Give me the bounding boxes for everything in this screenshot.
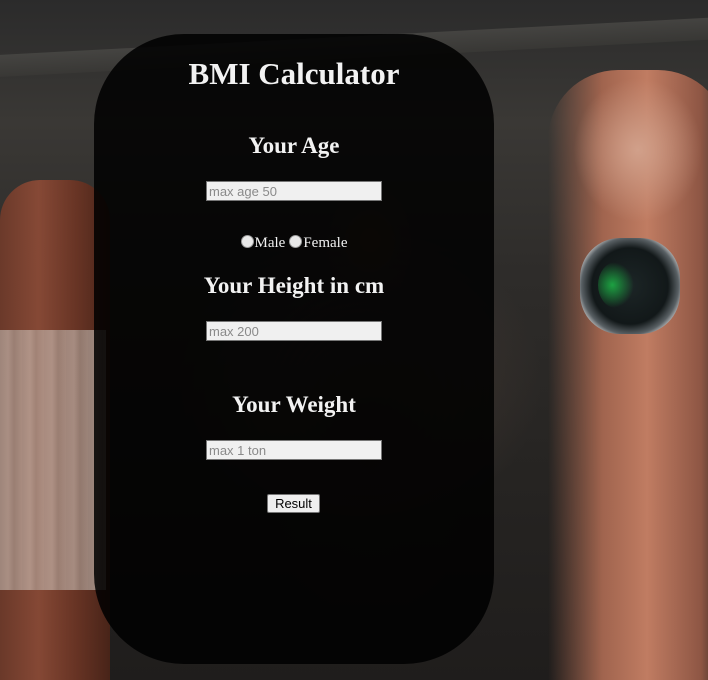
gender-radio-group: Male Female: [94, 235, 494, 252]
bmi-calculator-card: BMI Calculator Your Age Male Female Your …: [94, 34, 494, 664]
weight-input[interactable]: [206, 440, 382, 460]
age-input[interactable]: [206, 181, 382, 201]
height-input[interactable]: [206, 321, 382, 341]
age-heading: Your Age: [248, 133, 340, 158]
male-radio[interactable]: [240, 235, 254, 248]
female-label: Female: [303, 235, 348, 251]
height-heading: Your Height in cm: [203, 273, 385, 298]
punching-bag-tape: [0, 330, 106, 590]
result-button[interactable]: Result: [267, 494, 320, 513]
page-title: BMI Calculator: [188, 56, 400, 91]
male-label: Male: [254, 235, 286, 251]
smartwatch-screen: [598, 262, 634, 308]
female-radio[interactable]: [289, 235, 303, 248]
raised-fist: [548, 70, 708, 680]
weight-heading: Your Weight: [232, 392, 356, 417]
